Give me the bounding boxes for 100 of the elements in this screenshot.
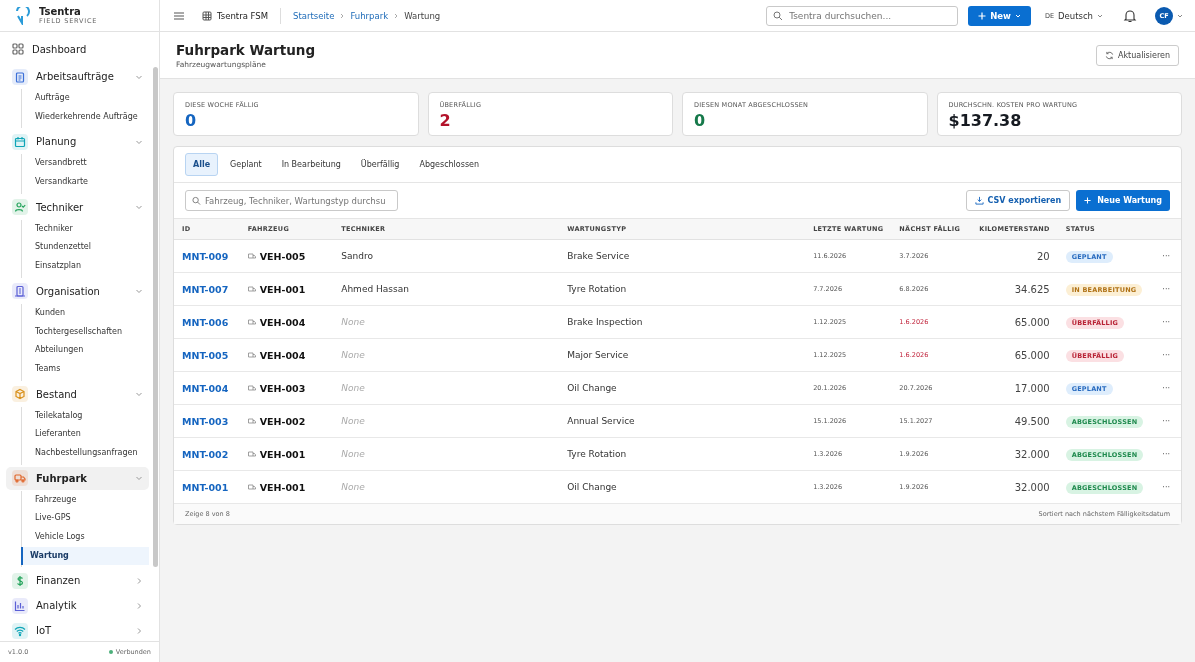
maintenance-id-link[interactable]: MNT-009	[182, 250, 229, 262]
vehicle-id: VEH-001	[259, 448, 306, 460]
nav-item[interactable]: Teilekatalog	[22, 406, 149, 426]
breadcrumb-link[interactable]: Startseite	[293, 10, 335, 21]
filter-tab[interactable]: Abgeschlossen	[411, 153, 488, 176]
maintenance-id-link[interactable]: MNT-006	[182, 316, 229, 328]
maintenance-type: Tyre Rotation	[567, 284, 627, 294]
nav-group[interactable]: Analytik	[6, 594, 149, 618]
nav-item[interactable]: Einsatzplan	[22, 257, 149, 276]
nav-item[interactable]: Kunden	[22, 303, 149, 323]
technician-name: None	[341, 317, 365, 327]
grid-icon	[12, 43, 24, 55]
chevron-right-icon	[393, 12, 400, 19]
mileage: 65.000	[1014, 316, 1050, 328]
nav-item[interactable]: Tochtergesellschaften	[22, 322, 149, 342]
maintenance-id-link[interactable]: MNT-001	[182, 481, 229, 493]
nav-item[interactable]: Versandkarte	[22, 173, 149, 192]
technician-name: Sandro	[341, 251, 373, 261]
vehicle-id: VEH-004	[259, 349, 306, 361]
vehicle-id: VEH-001	[259, 481, 306, 493]
mileage: 65.000	[1014, 349, 1050, 361]
app-name: Tsentra FSM	[217, 10, 269, 21]
technician-name: None	[341, 350, 365, 360]
search-field[interactable]: Tsentra durchsuchen...	[766, 5, 959, 26]
download-icon	[974, 196, 984, 205]
table-search-field[interactable]: Fahrzeug, Techniker, Wartungstyp durchsu	[185, 190, 398, 211]
maintenance-id-link[interactable]: MNT-002	[182, 448, 229, 460]
filter-tab[interactable]: Überfällig	[352, 153, 408, 176]
new-maintenance-button[interactable]: Neue Wartung	[1076, 190, 1170, 211]
maintenance-id-link[interactable]: MNT-004	[182, 382, 229, 394]
dashboard-nav-item[interactable]: Dashboard	[0, 38, 159, 60]
filter-tab[interactable]: Geplant	[222, 153, 270, 176]
nav-item[interactable]: Wiederkehrende Aufträge	[22, 107, 149, 127]
nav-item[interactable]: Live-GPS	[22, 509, 149, 528]
mileage: 32.000	[1014, 481, 1050, 493]
nav-item[interactable]: Versandbrett	[22, 154, 149, 174]
technician-name: None	[341, 383, 365, 393]
more-button[interactable]: ···	[1159, 384, 1173, 393]
maintenance-id-link[interactable]: MNT-003	[182, 415, 229, 427]
refresh-icon	[1104, 50, 1114, 60]
truck-icon	[247, 417, 256, 425]
menu-icon[interactable]	[174, 11, 184, 20]
truck-icon	[247, 285, 256, 293]
mileage: 32.000	[1014, 448, 1050, 460]
truck-icon	[247, 318, 256, 326]
mileage: 17.000	[1014, 382, 1050, 394]
more-button[interactable]: ···	[1159, 351, 1173, 360]
new-button[interactable]: New	[968, 5, 1031, 26]
chevron-right-icon	[339, 12, 346, 19]
plus-icon	[1084, 197, 1092, 204]
truck-icon	[247, 384, 256, 392]
mileage: 20	[1036, 250, 1050, 262]
nav-group[interactable]: Finanzen	[6, 569, 149, 593]
chevron-down-icon[interactable]	[1177, 12, 1183, 19]
nav-group[interactable]: Organisation	[6, 279, 149, 303]
nav-item[interactable]: Aufträge	[22, 89, 149, 108]
breadcrumb-current: Wartung	[404, 10, 441, 21]
nav-item[interactable]: Stundenzettel	[22, 238, 149, 258]
export-button[interactable]: CSV exportieren	[965, 190, 1071, 211]
nav-group[interactable]: Techniker	[6, 195, 149, 219]
filter-tab[interactable]: Alle	[185, 153, 219, 176]
nav-item[interactable]: Teams	[22, 359, 149, 379]
truck-icon	[247, 450, 256, 458]
more-button[interactable]: ···	[1159, 417, 1173, 426]
mileage: 34.625	[1014, 283, 1050, 295]
nav-group[interactable]: Bestand	[6, 382, 149, 406]
truck-icon	[247, 351, 256, 359]
nav-group[interactable]: Fuhrpark	[6, 466, 149, 490]
refresh-button[interactable]: Aktualisieren	[1095, 44, 1179, 66]
more-button[interactable]: ···	[1159, 252, 1173, 261]
bell-icon[interactable]	[1123, 8, 1137, 23]
stat-value: 0	[694, 112, 707, 130]
breadcrumb-link[interactable]: Fuhrpark	[350, 10, 389, 21]
filter-tab[interactable]: In Bearbeitung	[273, 153, 349, 176]
nav-group[interactable]: Planung	[6, 130, 149, 154]
vehicle-id: VEH-001	[259, 283, 306, 295]
truck-icon	[247, 252, 256, 260]
more-button[interactable]: ···	[1159, 318, 1173, 327]
nav-item[interactable]: Lieferanten	[22, 425, 149, 444]
nav-item[interactable]: Abteilungen	[22, 341, 149, 360]
more-button[interactable]: ···	[1159, 450, 1173, 459]
nav-item[interactable]: Nachbestellungsanfragen	[22, 443, 149, 463]
nav-group[interactable]: IoT	[6, 619, 149, 641]
technician-name: None	[341, 416, 365, 426]
maintenance-id-link[interactable]: MNT-007	[182, 283, 229, 295]
nav-item[interactable]: Techniker	[22, 219, 149, 239]
maintenance-id-link[interactable]: MNT-005	[182, 349, 229, 361]
more-button[interactable]: ···	[1159, 285, 1173, 294]
brand-name: Tsentra	[39, 6, 82, 17]
scrollbar[interactable]	[153, 67, 158, 567]
nav-group[interactable]: Arbeitsaufträge	[6, 65, 149, 88]
maintenance-type: Oil Change	[567, 482, 617, 492]
page-title: Fuhrpark Wartung	[176, 41, 316, 58]
more-button[interactable]: ···	[1159, 483, 1173, 492]
vehicle-id: VEH-002	[259, 415, 306, 427]
caret-icon	[1014, 12, 1021, 19]
nav-item[interactable]: Wartung	[21, 546, 149, 566]
caret-icon	[1097, 12, 1103, 19]
nav-item[interactable]: Vehicle Logs	[22, 528, 149, 547]
nav-item[interactable]: Fahrzeuge	[22, 490, 149, 510]
